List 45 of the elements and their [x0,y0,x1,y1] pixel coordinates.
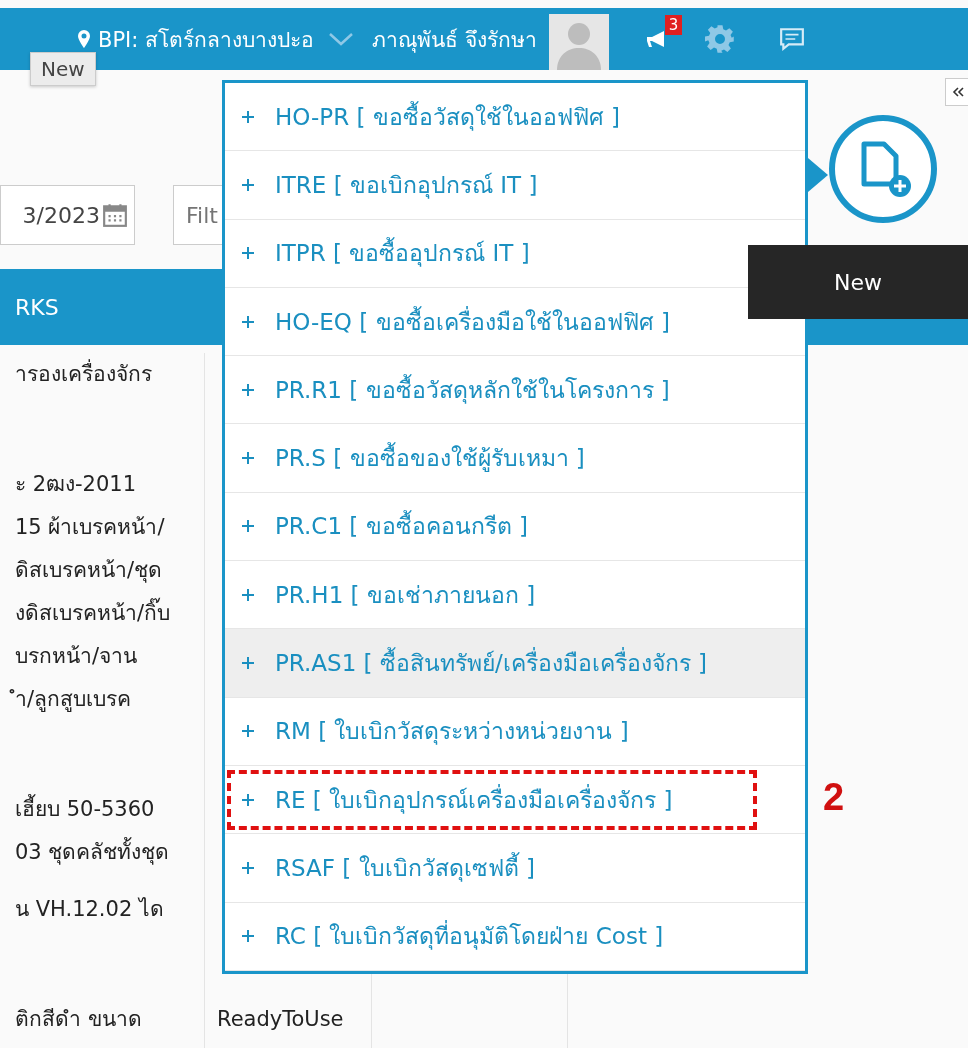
plus-icon [241,451,255,466]
table-cell: ารองเครื่องจักร [0,353,205,463]
menu-item[interactable]: RC [ ใบเบิกวัสดุที่อนุมัติโดยฝ่าย Cost ] [225,902,805,971]
branch-name[interactable]: BPI: สโตร์กลางบางปะอ [98,22,314,56]
plus-icon [241,519,255,534]
new-document-button[interactable] [828,114,938,224]
plus-icon [241,314,255,329]
table-cell: เฮี้ยบ 50-5360 03 ชุดคลัชทั้งชุด [0,788,205,888]
plus-icon [241,860,255,875]
menu-item[interactable]: RSAF [ ใบเบิกวัสดุเซฟตี้ ] [225,834,805,903]
double-chevron-left-icon [952,87,964,97]
plus-icon [241,177,255,192]
calendar-icon[interactable] [102,202,128,228]
plus-icon [241,792,255,807]
table-cell: ะ 2ฒง-2011 15 ผ้าเบรคหน้า/ ดิสเบรคหน้า/ชุด งดิสเบรคหน้า/กิ๊บ บรกหน้า/จาน ำ/ลูกสูบเบรค [0,463,205,788]
menu-item[interactable]: ITRE [ ขอเบิกอุปกรณ์ IT ] [225,151,805,220]
plus-icon [241,587,255,602]
column-header[interactable]: RKS [0,294,205,320]
menu-item[interactable]: PR.S [ ขอซื้อของใช้ผู้รับเหมา ] [225,424,805,493]
menu-item[interactable]: HO-PR [ ขอซื้อวัสดุใช้ในออฟฟิศ ] [225,83,805,152]
new-tooltip: New [30,52,96,86]
menu-item[interactable]: PR.AS1 [ ซื้อสินทรัพย์/เครื่องมือเครื่องจักร ] [225,629,805,698]
chat-icon[interactable] [778,27,805,51]
table-cell: น VH.12.02 ได [0,888,205,998]
menu-item[interactable]: RM [ ใบเบิกวัสดุระหว่างหน่วยงาน ] [225,697,805,766]
location-pin-icon [78,30,90,48]
plus-icon [241,724,255,739]
status-text: ReadyToUse [217,1007,344,1031]
settings-icon[interactable] [704,24,735,54]
plus-icon [241,929,255,944]
notification-badge: 3 [664,15,683,35]
date-field[interactable]: 3/2023 [0,185,135,245]
table-cell: ติกสีดำ ขนาด [0,998,205,1048]
collapse-button[interactable] [945,78,968,106]
annotation-number: 2 [823,775,845,819]
new-button-tooltip: New [748,245,968,319]
new-document-icon [828,114,938,224]
menu-item[interactable]: PR.R1 [ ขอซื้อวัสดุหลักใช้ในโครงการ ] [225,356,805,425]
plus-icon [241,109,255,124]
chevron-down-icon[interactable] [328,32,354,46]
plus-icon [241,246,255,261]
menu-item[interactable]: PR.C1 [ ขอซื้อคอนกรีต ] [225,492,805,562]
user-name[interactable]: ภาณุพันธ์ จึงรักษา [372,22,537,56]
plus-icon [241,656,255,670]
plus-icon [241,382,255,397]
